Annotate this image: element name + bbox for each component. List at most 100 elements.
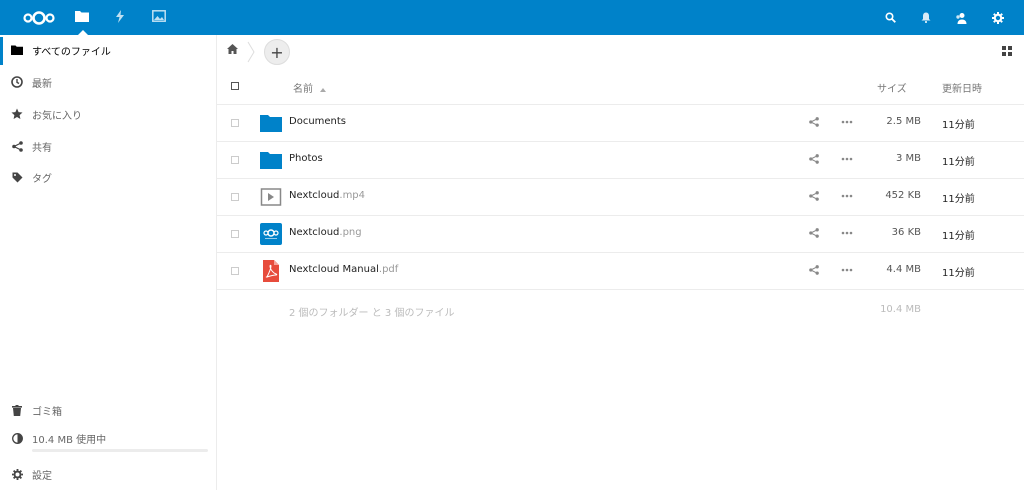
file-name[interactable]: Nextcloud.png [289,227,362,238]
share-icon[interactable] [809,265,819,278]
lightning-icon [115,9,125,26]
pie-icon [10,431,24,445]
file-table: 名前 サイズ 更新日時 Documents 2.5 MB 11分前 Photos [217,69,1024,330]
row-checkbox[interactable] [231,267,239,275]
table-row[interactable]: Nextcloud.mp4 452 KB 11分前 [217,179,1024,216]
settings-label: 設定 [32,470,52,482]
more-options-icon[interactable] [841,154,853,167]
file-size: 2.5 MB [886,116,921,127]
share-icon [10,139,24,153]
share-icon[interactable] [809,228,819,241]
gear-icon[interactable] [983,0,1013,35]
sidebar-item-all-files[interactable]: すべてのファイル [0,35,216,65]
home-icon[interactable] [227,44,238,57]
sidebar-item-trash[interactable]: ゴミ箱 [0,395,216,425]
share-icon[interactable] [809,117,819,130]
row-checkbox[interactable] [231,156,239,164]
app-files[interactable] [63,0,101,35]
grid-view-icon[interactable] [1002,46,1012,59]
sidebar-item-label: タグ [32,173,52,185]
sidebar-item-label: お気に入り [32,110,82,122]
column-name[interactable]: 名前 [293,80,313,95]
share-icon[interactable] [809,154,819,167]
sidebar-item-recent[interactable]: 最新 [0,67,216,97]
file-basename: Nextcloud [289,227,340,238]
trash-icon [10,403,24,417]
row-checkbox[interactable] [231,193,239,201]
file-modified: 11分前 [942,120,975,131]
file-size: 4.4 MB [886,264,921,275]
file-modified: 11分前 [942,194,975,205]
folder-icon [75,10,89,25]
sidebar-item-favorites[interactable]: お気に入り [0,99,216,129]
summary-size: 10.4 MB [880,304,921,315]
more-options-icon[interactable] [841,191,853,204]
quota-label: 10.4 MB 使用中 [32,434,107,446]
add-button[interactable]: + [264,39,290,65]
breadcrumb-separator [247,41,255,66]
file-basename: Photos [289,153,323,164]
sidebar-item-tags[interactable]: タグ [0,162,216,192]
folder-icon [260,112,282,134]
file-basename: Nextcloud [289,190,340,201]
more-options-icon[interactable] [841,117,853,130]
file-name[interactable]: Nextcloud Manual.pdf [289,264,398,275]
nextcloud-logo[interactable] [23,10,55,26]
folder-icon [10,43,24,57]
image-icon [152,10,166,25]
summary-text: 2 個のフォルダー と 3 個のファイル [289,308,455,319]
row-checkbox[interactable] [231,119,239,127]
table-row[interactable]: Documents 2.5 MB 11分前 [217,105,1024,142]
trash-label: ゴミ箱 [32,406,62,418]
video-file-icon [260,186,282,208]
sidebar-item-label: 最新 [32,78,52,90]
sidebar-item-label: 共有 [32,142,52,154]
app-activity[interactable] [101,0,139,35]
file-modified: 11分前 [942,157,975,168]
sidebar-item-settings[interactable]: 設定 [0,459,216,489]
bell-icon[interactable] [911,0,941,35]
sidebar-item-label: すべてのファイル [32,46,111,58]
sort-asc-icon[interactable] [320,84,326,95]
file-name[interactable]: Nextcloud.mp4 [289,190,365,201]
file-extension: .pdf [378,264,399,275]
sidebar: すべてのファイル 最新 お気に入り 共有 タグ ゴミ箱 10.4 MB 使用中 … [0,35,217,490]
file-size: 452 KB [885,190,921,201]
more-options-icon[interactable] [841,265,853,278]
file-size: 3 MB [895,153,921,164]
table-row[interactable]: Nextcloud Manual.pdf 4.4 MB 11分前 [217,253,1024,290]
more-options-icon[interactable] [841,228,853,241]
select-all-checkbox[interactable] [231,82,239,90]
search-icon[interactable] [875,0,905,35]
file-extension: .png [339,227,362,238]
table-summary: 2 個のフォルダー と 3 個のファイル 10.4 MB [217,290,1024,330]
file-size: 36 KB [891,227,921,238]
file-basename: Documents [289,116,347,127]
table-row[interactable]: Nextcloud.png 36 KB 11分前 [217,216,1024,253]
table-header: 名前 サイズ 更新日時 [217,69,1024,105]
column-size[interactable]: サイズ [877,80,907,95]
tag-icon [10,170,24,184]
file-modified: 11分前 [942,268,975,279]
file-name[interactable]: Photos [289,153,323,164]
sidebar-item-shares[interactable]: 共有 [0,131,216,161]
clock-icon [10,75,24,89]
quota-bar [32,449,208,452]
star-icon [10,107,24,121]
file-modified: 11分前 [942,231,975,242]
gear-icon [10,467,24,481]
file-extension: .mp4 [339,190,366,201]
controls-bar: + [217,35,1024,69]
table-row[interactable]: Photos 3 MB 11分前 [217,142,1024,179]
pdf-file-icon [260,260,282,282]
image-thumbnail-icon [260,223,282,245]
folder-icon [260,149,282,171]
share-icon[interactable] [809,191,819,204]
app-gallery[interactable] [140,0,178,35]
row-checkbox[interactable] [231,230,239,238]
contacts-icon[interactable] [946,0,976,35]
top-bar [0,0,1024,35]
file-name[interactable]: Documents [289,116,346,127]
column-modified[interactable]: 更新日時 [942,80,982,95]
file-basename: Nextcloud Manual [289,264,379,275]
